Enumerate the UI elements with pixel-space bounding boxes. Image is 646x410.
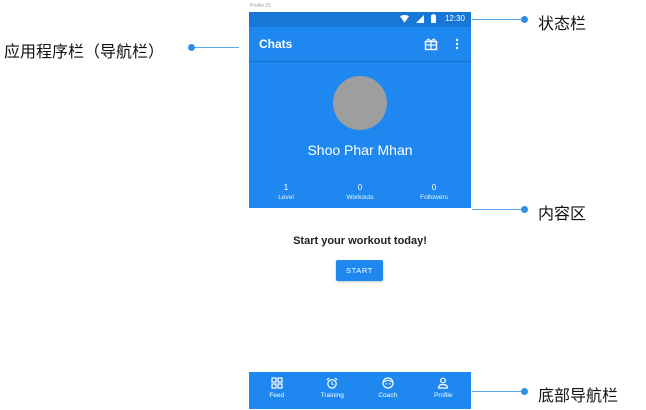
annotation-status-bar: 状态栏: [538, 14, 587, 33]
person-icon: [438, 377, 449, 389]
frame-label: Profile 01: [250, 3, 272, 9]
status-time: 12:30: [444, 14, 465, 23]
nav-label: Feed: [269, 392, 285, 399]
stat-value: 0: [431, 183, 437, 192]
stat-value: 1: [283, 183, 289, 192]
stat-followers[interactable]: 0 Followers: [397, 183, 471, 202]
annotation-bottom-nav: 底部导航栏: [538, 386, 619, 405]
face-icon: [382, 377, 394, 389]
stat-value: 0: [357, 183, 363, 192]
stat-label: Workouts: [346, 194, 374, 201]
stat-label: Followers: [420, 194, 448, 201]
more-vert-icon[interactable]: [452, 36, 462, 52]
phone-screen: 12:30 Chats Shoo Phar Mhan 1 Level 0 Wor…: [249, 12, 471, 409]
app-bar: Chats: [249, 27, 471, 62]
avatar[interactable]: [333, 76, 387, 130]
nav-label: Training: [320, 392, 344, 399]
nav-item-profile[interactable]: Profile: [416, 372, 472, 409]
workout-prompt: Start your workout today!: [293, 235, 427, 247]
signal-icon: [415, 14, 424, 23]
annotation-app-bar: 应用程序栏（导航栏）: [4, 42, 165, 61]
status-bar: 12:30: [249, 12, 471, 27]
annotation-dot-appbar: [188, 44, 195, 51]
wifi-icon: [399, 14, 409, 23]
gift-icon[interactable]: [424, 37, 438, 51]
profile-name: Shoo Phar Mhan: [307, 142, 413, 158]
battery-icon: [430, 14, 436, 23]
annotation-dot-status: [521, 16, 528, 23]
start-button[interactable]: START: [336, 260, 383, 281]
stat-level[interactable]: 1 Level: [249, 183, 323, 202]
alarm-clock-icon: [326, 377, 338, 389]
nav-item-training[interactable]: Training: [305, 372, 361, 409]
grid-icon: [271, 377, 283, 389]
stat-workouts[interactable]: 0 Workouts: [323, 183, 397, 202]
nav-item-feed[interactable]: Feed: [249, 372, 305, 409]
annotation-line-bottomnav: [472, 391, 523, 392]
stat-label: Level: [278, 194, 294, 201]
annotation-line-status: [472, 19, 523, 20]
annotation-line-appbar: [193, 47, 239, 48]
profile-header: Shoo Phar Mhan 1 Level 0 Workouts 0 Foll…: [249, 62, 471, 208]
nav-label: Profile: [434, 392, 453, 399]
bottom-nav: Feed Training Coach Profile: [249, 372, 471, 409]
annotation-dot-bottomnav: [521, 388, 528, 395]
app-bar-title: Chats: [259, 37, 293, 51]
annotation-line-content: [472, 209, 523, 210]
annotation-content: 内容区: [538, 204, 587, 223]
annotation-dot-content: [521, 206, 528, 213]
nav-item-coach[interactable]: Coach: [360, 372, 416, 409]
content-area: Start your workout today! START: [249, 208, 471, 372]
nav-label: Coach: [378, 392, 398, 399]
